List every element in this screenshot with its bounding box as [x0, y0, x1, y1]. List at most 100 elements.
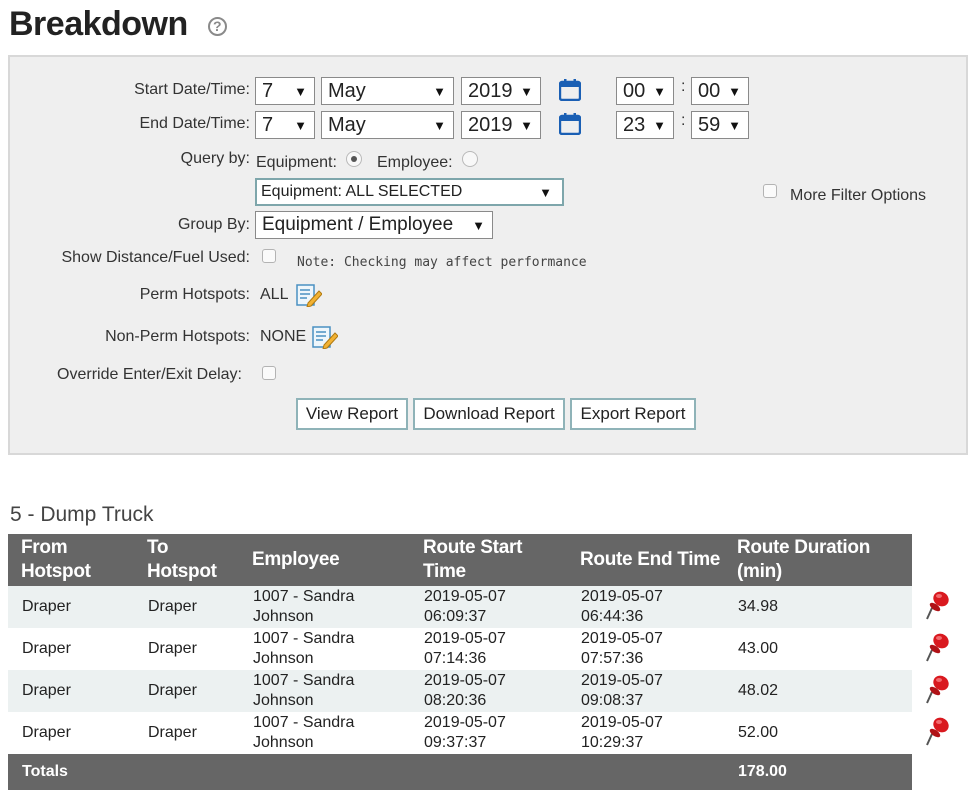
from-hotspot-cell: Draper	[8, 586, 134, 628]
employee-cell: 1007 - Sandra Johnson	[253, 714, 355, 751]
empty-cell	[239, 754, 410, 790]
from-hotspot-cell: Draper	[22, 724, 71, 741]
duration-cell: 52.00	[738, 724, 779, 741]
start-datetime-label: Start Date/Time:	[134, 81, 250, 98]
totals-row: Totals 178.00	[8, 754, 912, 790]
from-hotspot-cell: Draper	[22, 640, 71, 657]
start-hour-select[interactable]: 00 ▼	[616, 77, 674, 105]
more-filter-label: More Filter Options	[790, 187, 927, 204]
show-distance-checkbox[interactable]	[262, 249, 276, 263]
chevron-down-icon: ▼	[433, 84, 446, 99]
perm-hotspots-label: Perm Hotspots:	[139, 286, 250, 303]
start-year-select[interactable]: 2019 ▼	[461, 77, 541, 105]
chevron-down-icon: ▼	[294, 84, 307, 99]
to-hotspot-cell: Draper	[134, 586, 239, 628]
download-report-button[interactable]: Download Report	[413, 398, 565, 430]
equipment-radio[interactable]	[346, 151, 362, 167]
totals-duration: 178.00	[724, 754, 912, 790]
breakdown-table: From Hotspot To Hotspot Employee Route S…	[8, 534, 912, 790]
help-icon[interactable]: ?	[207, 16, 227, 36]
route-end-cell: 2019-05-07 10:29:37	[581, 714, 663, 751]
end-hour-value: 23	[623, 113, 646, 136]
end-month-select[interactable]: May ▼	[321, 111, 454, 139]
time-separator: :	[681, 112, 686, 129]
duration-cell: 43.00	[738, 640, 779, 657]
employee-cell: 1007 - Sandra Johnson	[239, 586, 410, 628]
override-delay-checkbox[interactable]	[262, 366, 276, 380]
chevron-down-icon: ▼	[294, 118, 307, 133]
chevron-down-icon: ▼	[520, 84, 533, 99]
calendar-icon[interactable]	[559, 79, 581, 101]
employee-radio-label: Employee:	[377, 154, 453, 171]
route-start-cell: 2019-05-07 08:20:36	[410, 670, 567, 712]
start-minute-value: 00	[698, 79, 721, 102]
override-delay-label: Override Enter/Exit Delay:	[57, 366, 242, 383]
chevron-down-icon: ▼	[539, 185, 552, 200]
column-header: Employee	[239, 534, 410, 586]
empty-cell	[410, 754, 567, 790]
equipment-select-value: Equipment: ALL SELECTED	[261, 183, 463, 200]
equipment-select[interactable]: Equipment: ALL SELECTED ▼	[255, 178, 564, 206]
end-day-value: 7	[262, 113, 274, 136]
performance-note: Note: Checking may affect performance	[297, 255, 587, 270]
column-header: Route End Time	[567, 534, 724, 586]
time-separator: :	[681, 78, 686, 95]
chevron-down-icon: ▼	[728, 84, 741, 99]
end-month-value: May	[328, 113, 366, 136]
query-by-label: Query by:	[180, 150, 250, 167]
view-report-button[interactable]: View Report	[296, 398, 408, 430]
to-hotspot-cell: Draper	[148, 724, 197, 741]
table-row: Draper Draper 1007 - Sandra Johnson 2019…	[8, 712, 912, 754]
table-row: Draper Draper 1007 - Sandra Johnson 2019…	[8, 628, 912, 670]
start-year-value: 2019	[468, 79, 513, 102]
route-start-cell: 2019-05-07 06:09:37	[410, 586, 567, 628]
to-hotspot-cell: Draper	[134, 670, 239, 712]
show-distance-label: Show Distance/Fuel Used:	[61, 249, 250, 266]
pushpin-icon[interactable]	[926, 674, 950, 704]
table-header-row: From Hotspot To Hotspot Employee Route S…	[8, 534, 912, 586]
route-start-cell: 2019-05-07 09:37:37	[424, 714, 506, 751]
column-header: To Hotspot	[134, 534, 239, 586]
edit-list-icon[interactable]	[296, 283, 322, 307]
start-month-value: May	[328, 79, 366, 102]
calendar-icon[interactable]	[559, 113, 581, 135]
duration-cell: 34.98	[724, 586, 912, 628]
employee-cell: 1007 - Sandra Johnson	[239, 670, 410, 712]
more-filter-checkbox[interactable]	[763, 184, 777, 198]
start-minute-select[interactable]: 00 ▼	[691, 77, 749, 105]
chevron-down-icon: ▼	[728, 118, 741, 133]
chevron-down-icon: ▼	[433, 118, 446, 133]
empty-cell	[567, 754, 724, 790]
start-hour-value: 00	[623, 79, 646, 102]
pushpin-icon[interactable]	[926, 590, 950, 620]
section-title: 5 - Dump Truck	[10, 503, 154, 526]
non-perm-hotspots-label: Non-Perm Hotspots:	[105, 328, 250, 345]
duration-cell: 48.02	[724, 670, 912, 712]
pushpin-icon[interactable]	[926, 716, 950, 746]
export-report-button[interactable]: Export Report	[570, 398, 696, 430]
column-header: Route Start Time	[410, 534, 567, 586]
end-year-select[interactable]: 2019 ▼	[461, 111, 541, 139]
end-datetime-label: End Date/Time:	[139, 115, 250, 132]
chevron-down-icon: ▼	[520, 118, 533, 133]
chevron-down-icon: ▼	[653, 118, 666, 133]
group-by-select[interactable]: Equipment / Employee ▼	[255, 211, 493, 239]
end-hour-select[interactable]: 23 ▼	[616, 111, 674, 139]
group-by-label: Group By:	[177, 216, 250, 233]
employee-cell: 1007 - Sandra Johnson	[253, 630, 355, 667]
title-row: Breakdown ?	[9, 2, 227, 46]
employee-radio[interactable]	[462, 151, 478, 167]
start-month-select[interactable]: May ▼	[321, 77, 454, 105]
pushpin-icon[interactable]	[926, 632, 950, 662]
edit-list-icon[interactable]	[312, 325, 338, 349]
totals-label: Totals	[8, 754, 134, 790]
end-minute-select[interactable]: 59 ▼	[691, 111, 749, 139]
start-day-select[interactable]: 7 ▼	[255, 77, 315, 105]
table-row: Draper Draper 1007 - Sandra Johnson 2019…	[8, 670, 912, 712]
non-perm-hotspots-value: NONE	[260, 328, 307, 345]
page-title: Breakdown	[9, 4, 188, 43]
to-hotspot-cell: Draper	[148, 640, 197, 657]
chevron-down-icon: ▼	[653, 84, 666, 99]
empty-cell	[134, 754, 239, 790]
end-day-select[interactable]: 7 ▼	[255, 111, 315, 139]
